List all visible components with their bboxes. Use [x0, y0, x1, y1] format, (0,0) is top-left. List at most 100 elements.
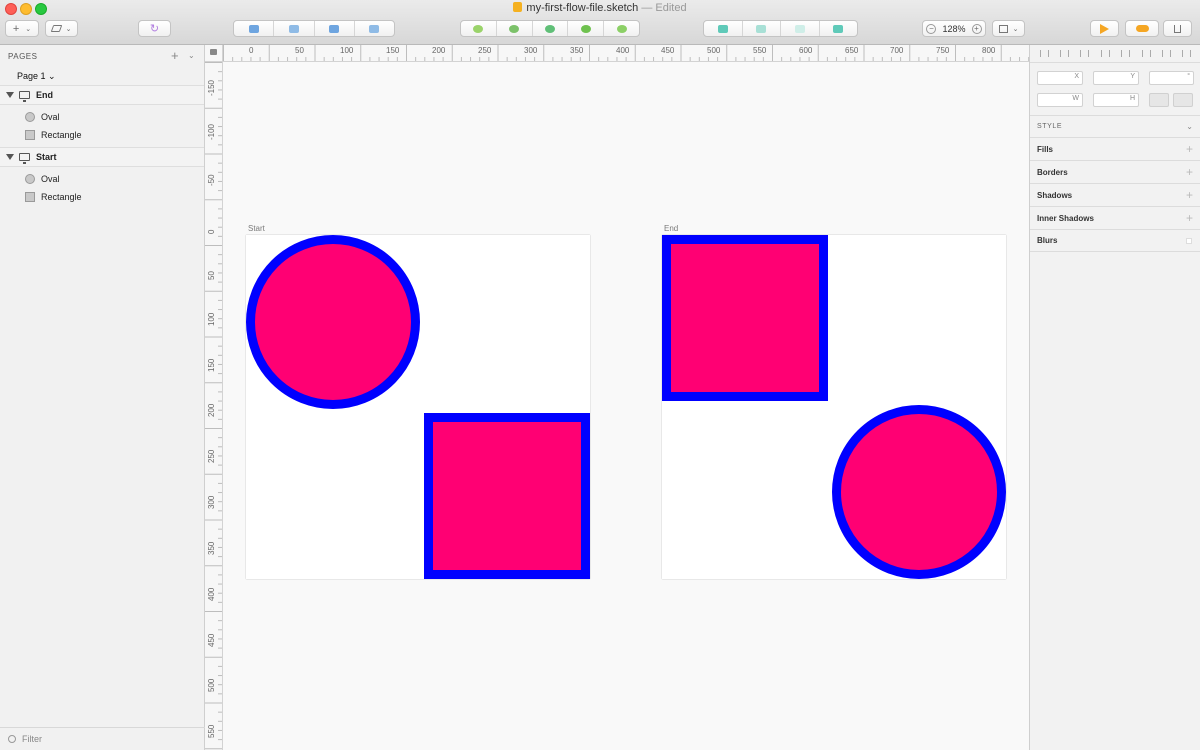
ruler-label: 50 — [295, 46, 304, 55]
difference-button[interactable] — [820, 21, 858, 36]
layer-row-oval[interactable]: Oval — [0, 108, 204, 126]
layers-button[interactable]: ⌄ — [45, 20, 78, 37]
mask-button[interactable] — [604, 21, 639, 36]
width-field[interactable]: W — [1037, 93, 1083, 107]
align-middle-icon[interactable] — [1141, 50, 1151, 57]
ruler-label: 550 — [753, 46, 767, 55]
transform-button[interactable] — [497, 21, 533, 36]
cloud-icon — [1135, 25, 1149, 32]
section-label: Fills — [1037, 144, 1054, 154]
section-label: Borders — [1037, 167, 1068, 177]
backward-button[interactable] — [355, 21, 394, 36]
edit-tools-group — [233, 20, 395, 37]
flip-vertical-button[interactable] — [1173, 93, 1193, 107]
inner-shadows-section[interactable]: Inner Shadows + — [1030, 206, 1200, 229]
insert-button[interactable]: + ⌄ — [5, 20, 39, 37]
blur-toggle[interactable] — [1186, 237, 1192, 244]
add-border-icon[interactable]: + — [1186, 165, 1193, 179]
rotation-field[interactable]: ° — [1149, 71, 1194, 85]
borders-section[interactable]: Borders + — [1030, 160, 1200, 183]
horizontal-ruler[interactable]: 0 50 100 150 200 250 300 350 400 450 500… — [223, 45, 1029, 62]
layer-label: Oval — [41, 174, 60, 184]
disclosure-triangle-icon[interactable] — [6, 154, 14, 160]
layer-row-oval[interactable]: Oval — [0, 170, 204, 188]
distribute-horizontal-icon[interactable] — [1100, 50, 1110, 57]
oval-icon — [25, 112, 35, 122]
collapse-pages-icon[interactable]: ⌄ — [188, 51, 195, 60]
shape-tools-group — [460, 20, 640, 37]
ruler-label: 650 — [845, 46, 859, 55]
ruler-label: 150 — [386, 46, 400, 55]
lock-icon[interactable] — [210, 49, 217, 55]
artboard-label: End — [36, 90, 53, 100]
oval-shape[interactable] — [832, 405, 1006, 579]
edit-button[interactable] — [461, 21, 497, 36]
layer-row-rectangle[interactable]: Rectangle — [0, 188, 204, 206]
shadows-section[interactable]: Shadows + — [1030, 183, 1200, 206]
filter-bar[interactable]: Filter — [0, 727, 205, 750]
align-left-icon[interactable] — [1039, 50, 1049, 57]
align-bottom-icon[interactable] — [1161, 50, 1171, 57]
zoom-out-icon[interactable]: − — [926, 23, 937, 34]
blurs-section[interactable]: Blurs — [1030, 229, 1200, 252]
artboard-end[interactable] — [662, 235, 1006, 579]
view-button[interactable]: ⌄ — [992, 20, 1025, 37]
align-top-icon[interactable] — [1121, 50, 1131, 57]
intersect-button[interactable] — [781, 21, 820, 36]
artboard-start[interactable] — [246, 235, 590, 579]
share-button[interactable] — [1163, 20, 1192, 37]
ruler-label: -150 — [207, 79, 216, 96]
ruler-label: -50 — [207, 174, 216, 186]
intersect-icon — [794, 24, 805, 33]
add-fill-icon[interactable]: + — [1186, 142, 1193, 156]
zoom-in-icon[interactable]: + — [971, 23, 982, 34]
y-field[interactable]: Y — [1093, 71, 1139, 85]
flip-horizontal-button[interactable] — [1149, 93, 1169, 107]
subtract-button[interactable] — [743, 21, 781, 36]
canvas[interactable]: Start End — [223, 62, 1029, 750]
x-field[interactable]: X — [1037, 71, 1083, 85]
rectangle-shape[interactable] — [662, 235, 828, 401]
ruler-label: 350 — [207, 541, 216, 555]
distribute-vertical-icon[interactable] — [1182, 50, 1192, 57]
export-button[interactable] — [234, 21, 275, 36]
flatten-button[interactable] — [568, 21, 605, 36]
edited-status: — Edited — [641, 2, 687, 14]
artboard-label: Start — [36, 152, 57, 162]
artboard-title-end[interactable]: End — [664, 224, 678, 233]
page-selector[interactable]: Page 1 ⌄ — [17, 71, 56, 82]
ruler-label: 800 — [982, 46, 996, 55]
align-center-icon[interactable] — [1060, 50, 1070, 57]
rectangle-shape[interactable] — [424, 413, 590, 579]
disclosure-triangle-icon[interactable] — [6, 92, 14, 98]
window-title: my-first-flow-file.sketch — Edited — [0, 2, 1200, 14]
artboard-row-start[interactable]: Start — [0, 147, 204, 167]
mask-icon — [616, 24, 627, 33]
section-label: Inner Shadows — [1037, 213, 1094, 223]
ruler-label: 250 — [478, 46, 492, 55]
rotate-icon — [544, 24, 555, 33]
add-page-icon[interactable]: + — [171, 48, 179, 63]
forward-button[interactable] — [315, 21, 355, 36]
add-inner-shadow-icon[interactable]: + — [1186, 211, 1193, 225]
artboard-title-start[interactable]: Start — [248, 224, 265, 233]
cloud-button[interactable] — [1125, 20, 1159, 37]
chevron-down-icon[interactable]: ⌄ — [1186, 122, 1193, 131]
filter-icon — [8, 735, 16, 743]
artboard-row-end[interactable]: End — [0, 85, 204, 105]
preview-button[interactable] — [1090, 20, 1119, 37]
height-field[interactable]: H — [1093, 93, 1139, 107]
create-symbol-button[interactable]: ↻ — [138, 20, 171, 37]
add-shadow-icon[interactable]: + — [1186, 188, 1193, 202]
union-button[interactable] — [704, 21, 743, 36]
style-header[interactable]: STYLE ⌄ — [1030, 115, 1200, 137]
x-label: X — [1074, 73, 1079, 80]
pages-header: PAGES — [8, 52, 38, 61]
align-top-button[interactable] — [274, 21, 315, 36]
layer-row-rectangle[interactable]: Rectangle — [0, 126, 204, 144]
fills-section[interactable]: Fills + — [1030, 137, 1200, 160]
rotate-button[interactable] — [533, 21, 569, 36]
align-right-icon[interactable] — [1080, 50, 1090, 57]
oval-shape[interactable] — [246, 235, 420, 409]
vertical-ruler[interactable]: -150 -100 -50 0 50 100 150 200 250 300 3… — [205, 62, 223, 750]
